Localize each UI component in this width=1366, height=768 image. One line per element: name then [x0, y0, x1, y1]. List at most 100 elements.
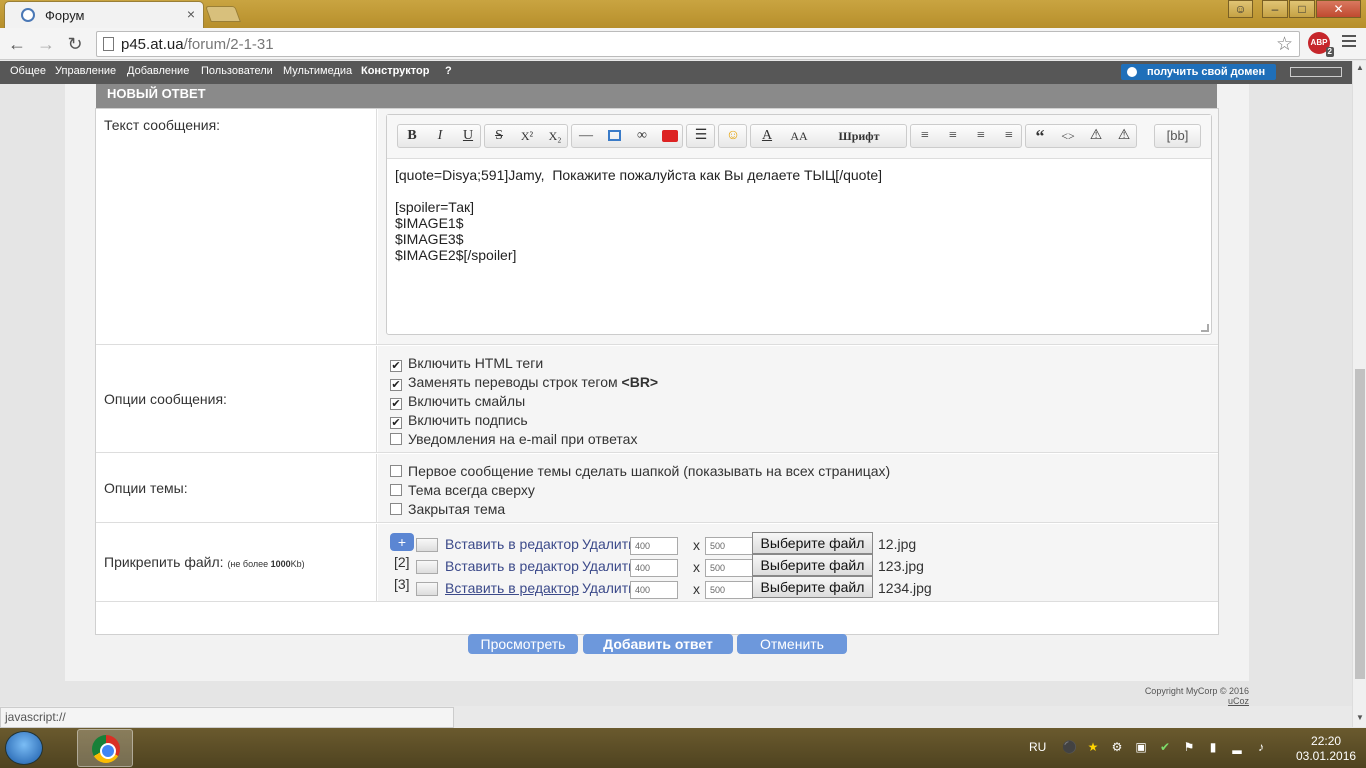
- delete-link[interactable]: Удалить: [582, 580, 635, 596]
- underline-button[interactable]: U: [454, 125, 482, 147]
- strike-button[interactable]: S: [485, 125, 513, 147]
- panel-item-general[interactable]: Общее: [10, 65, 46, 77]
- option-pin-first[interactable]: Первое сообщение темы сделать шапкой (по…: [390, 463, 890, 479]
- scroll-thumb[interactable]: [1355, 369, 1365, 679]
- code-icon[interactable]: <>: [1054, 125, 1082, 147]
- option-signature[interactable]: ✔ Включить подпись: [390, 412, 528, 429]
- taskbar-clock[interactable]: 22:20 03.01.2016: [1296, 734, 1356, 764]
- option-html[interactable]: ✔ Включить HTML теги: [390, 355, 543, 372]
- ucoz-link[interactable]: uCoz: [1100, 696, 1249, 706]
- width-input[interactable]: 400: [630, 537, 678, 555]
- browser-tab-forum[interactable]: Форум ×: [4, 1, 204, 28]
- hide-icon[interactable]: ⚠: [1082, 125, 1110, 147]
- link-icon[interactable]: ∞: [628, 125, 656, 147]
- italic-button[interactable]: I: [426, 125, 454, 147]
- option-closed[interactable]: Закрытая тема: [390, 501, 505, 517]
- checkbox-html[interactable]: ✔: [390, 360, 402, 372]
- tray-check-icon[interactable]: ✔: [1158, 740, 1172, 754]
- message-textarea[interactable]: [quote=Disya;591]Jamy, Покажите пожалуйс…: [395, 167, 882, 263]
- bookmark-star-icon[interactable]: ☆: [1276, 33, 1293, 56]
- new-tab-button[interactable]: [205, 6, 241, 22]
- tray-volume-icon[interactable]: ♪: [1254, 740, 1268, 754]
- checkbox-br[interactable]: ✔: [390, 379, 402, 391]
- superscript-button[interactable]: X²: [513, 125, 541, 147]
- tray-monitor-icon[interactable]: ▣: [1134, 740, 1148, 754]
- panel-item-management[interactable]: Управление: [55, 65, 116, 77]
- close-window-button[interactable]: ✕: [1316, 0, 1361, 18]
- get-domain-button[interactable]: получить свой домен: [1121, 64, 1276, 80]
- delete-link[interactable]: Удалить: [582, 558, 635, 574]
- font-color-icon[interactable]: A: [753, 125, 781, 147]
- tray-shield-icon[interactable]: ⚫: [1062, 740, 1077, 754]
- tray-signal-icon[interactable]: ▂: [1230, 740, 1244, 754]
- align-right-icon[interactable]: ≡: [967, 125, 995, 147]
- panel-item-add[interactable]: Добавление: [127, 65, 189, 77]
- image-icon[interactable]: [600, 125, 628, 147]
- panel-item-multimedia[interactable]: Мультимедиа: [283, 65, 352, 77]
- bold-button[interactable]: B: [398, 125, 426, 147]
- checkbox-smiles[interactable]: ✔: [390, 398, 402, 410]
- subscript-button[interactable]: X₂: [541, 125, 569, 147]
- language-indicator[interactable]: RU: [1029, 740, 1046, 754]
- width-input[interactable]: 400: [630, 559, 678, 577]
- start-button[interactable]: [5, 731, 43, 765]
- resize-handle-icon[interactable]: [1201, 324, 1209, 332]
- tray-star-icon[interactable]: ★: [1086, 740, 1100, 754]
- back-arrow-icon[interactable]: ←: [6, 33, 28, 55]
- option-br[interactable]: ✔ Заменять переводы строк тегом <BR>: [390, 374, 658, 391]
- list-icon[interactable]: ☰: [687, 125, 715, 147]
- maximize-button[interactable]: □: [1289, 0, 1315, 18]
- height-input[interactable]: 500: [705, 581, 753, 599]
- panel-item-constructor[interactable]: Конструктор: [361, 65, 429, 77]
- insert-to-editor-link[interactable]: Вставить в редактор: [445, 558, 579, 574]
- choose-file-button[interactable]: Выберите файл: [752, 532, 873, 554]
- tab-close-icon[interactable]: ×: [187, 6, 195, 22]
- page-scrollbar[interactable]: ▲ ▼: [1352, 61, 1366, 727]
- cancel-button[interactable]: Отменить: [737, 634, 847, 654]
- taskbar-chrome[interactable]: [77, 729, 133, 767]
- width-input[interactable]: 400: [630, 581, 678, 599]
- preview-button[interactable]: Просмотреть: [468, 634, 578, 654]
- bb-mode-button[interactable]: [bb]: [1155, 125, 1200, 147]
- choose-file-button[interactable]: Выберите файл: [752, 576, 873, 598]
- insert-to-editor-link[interactable]: Вставить в редактор: [445, 536, 579, 552]
- tray-flag-icon[interactable]: ⚑: [1182, 740, 1196, 754]
- spoiler-icon[interactable]: ⚠: [1110, 125, 1138, 147]
- scroll-down-icon[interactable]: ▼: [1356, 713, 1364, 722]
- checkbox-email[interactable]: [390, 433, 402, 445]
- font-family-select[interactable]: Шрифт: [827, 125, 891, 147]
- chrome-menu-icon[interactable]: [1342, 35, 1356, 50]
- tray-tool-icon[interactable]: ⚙: [1110, 740, 1124, 754]
- forward-arrow-icon[interactable]: →: [35, 33, 57, 55]
- font-size-select[interactable]: AA: [785, 125, 813, 147]
- insert-to-editor-link[interactable]: Вставить в редактор: [445, 580, 579, 596]
- address-bar[interactable]: p45.at.ua/forum/2-1-31 ☆: [96, 31, 1300, 57]
- option-sticky[interactable]: Тема всегда сверху: [390, 482, 535, 498]
- submit-reply-button[interactable]: Добавить ответ: [583, 634, 733, 654]
- tray-device-icon[interactable]: ▮: [1206, 740, 1220, 754]
- panel-item-users[interactable]: Пользователи: [201, 65, 273, 77]
- height-input[interactable]: 500: [705, 559, 753, 577]
- smiley-icon[interactable]: ☺: [719, 125, 747, 147]
- checkbox-sticky[interactable]: [390, 484, 402, 496]
- checkbox-signature[interactable]: ✔: [390, 417, 402, 429]
- choose-file-button[interactable]: Выберите файл: [752, 554, 873, 576]
- checkbox-closed[interactable]: [390, 503, 402, 515]
- delete-link[interactable]: Удалить: [582, 536, 635, 552]
- adblock-plus-icon[interactable]: ABP 2: [1308, 32, 1334, 57]
- youtube-icon[interactable]: [656, 125, 684, 147]
- align-justify-icon[interactable]: ≡: [995, 125, 1023, 147]
- checkbox-pin-first[interactable]: [390, 465, 402, 477]
- horizontal-line-icon[interactable]: —: [572, 125, 600, 147]
- height-input[interactable]: 500: [705, 537, 753, 555]
- reload-icon[interactable]: ↻: [64, 33, 86, 55]
- minimize-button[interactable]: –: [1262, 0, 1288, 18]
- panel-item-help[interactable]: ?: [445, 65, 452, 77]
- option-email[interactable]: Уведомления на e-mail при ответах: [390, 431, 637, 447]
- align-center-icon[interactable]: ≡: [939, 125, 967, 147]
- quote-icon[interactable]: “: [1026, 125, 1054, 147]
- user-profile-button[interactable]: ☺: [1228, 0, 1253, 18]
- option-smiles[interactable]: ✔ Включить смайлы: [390, 393, 525, 410]
- align-left-icon[interactable]: ≡: [911, 125, 939, 147]
- scroll-up-icon[interactable]: ▲: [1356, 63, 1364, 72]
